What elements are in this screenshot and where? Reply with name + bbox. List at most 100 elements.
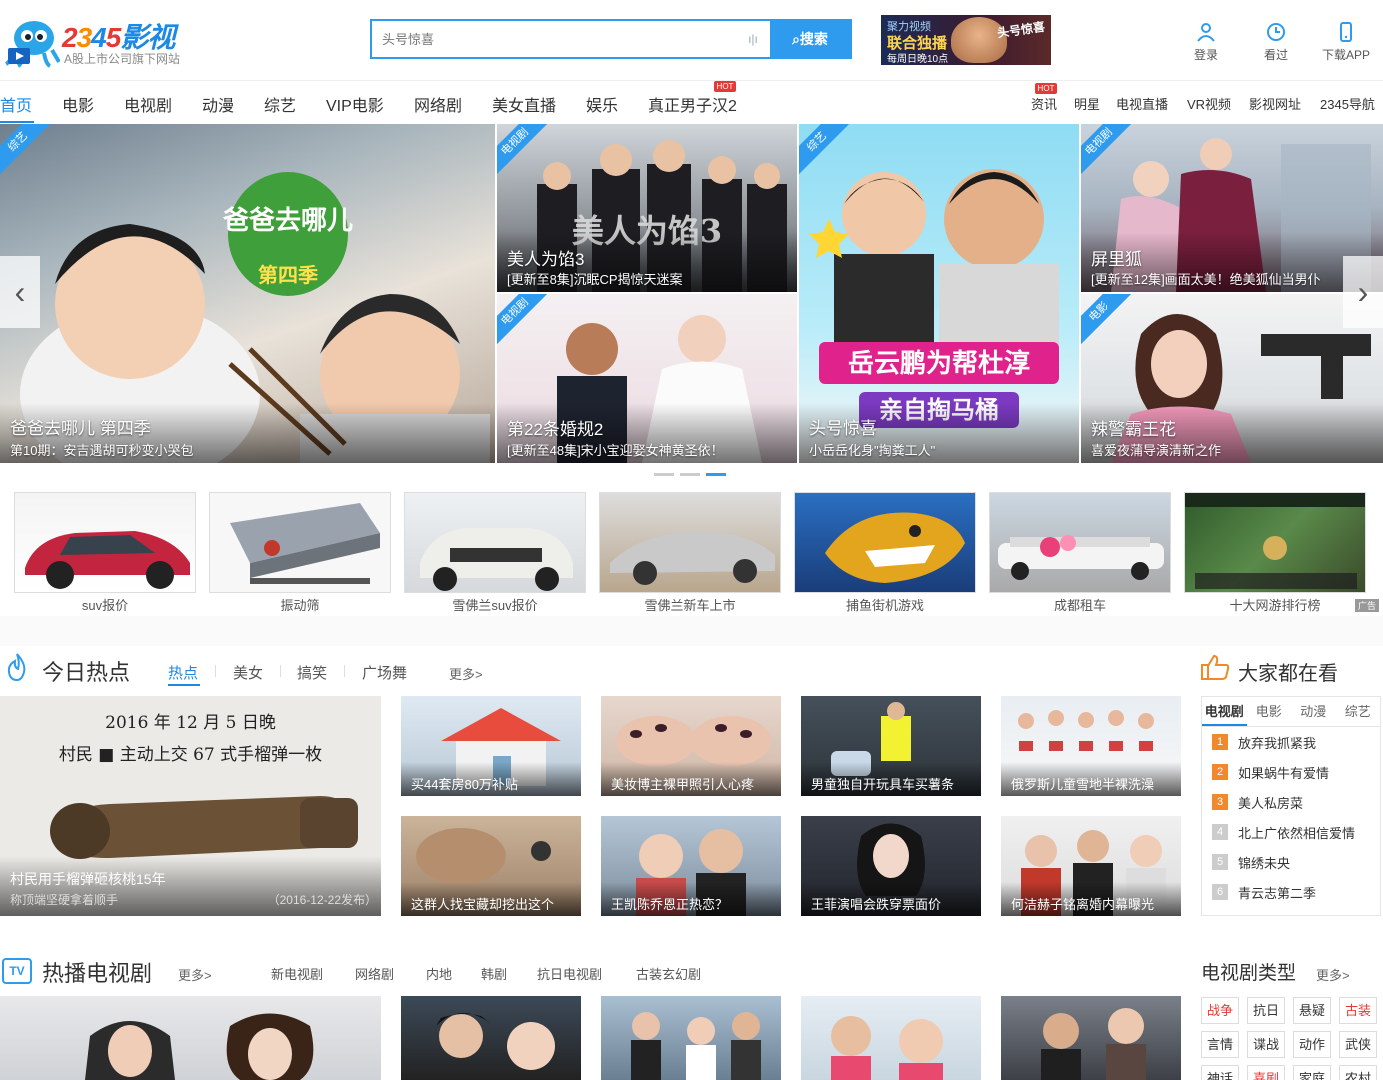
hot-more-link[interactable]: 更多> <box>449 664 483 683</box>
poster-baba-text: 爸爸去哪儿 <box>222 206 353 236</box>
hot-tab-beauty[interactable]: 美女 <box>233 662 263 683</box>
ad-item[interactable]: 雪佛兰suv报价 <box>404 492 586 614</box>
hot-lead-card[interactable]: 2016 年 12 月 5 日晚 村民 ■ 主动上交 67 式手榴弹一枚 村民用… <box>0 696 381 916</box>
genre-tag[interactable]: 喜剧 <box>1247 1065 1285 1080</box>
rank-item[interactable]: 4 北上广依然相信爱情 <box>1202 817 1380 847</box>
nav-home[interactable]: 首页 <box>0 92 32 116</box>
nav-video-sites[interactable]: 影视网址 <box>1249 94 1301 113</box>
tv-genres-more-link[interactable]: 更多> <box>1316 965 1350 984</box>
nav-stars[interactable]: 明星 <box>1074 94 1100 113</box>
hot-card[interactable]: 王凯陈乔恩正热恋？ <box>601 816 781 916</box>
rank-tab-anime[interactable]: 动漫 <box>1291 697 1336 726</box>
rank-item[interactable]: 2 如果蜗牛有爱情 <box>1202 757 1380 787</box>
banner-dot[interactable] <box>680 473 700 476</box>
ad-item[interactable]: 雪佛兰新车上市 <box>599 492 781 614</box>
hot-tab-funny[interactable]: 搞笑 <box>297 662 327 683</box>
hot-card[interactable]: 买44套房80万补贴 <box>401 696 581 796</box>
hot-tv-more-link[interactable]: 更多> <box>178 965 212 984</box>
tv-tab-new[interactable]: 新电视剧 <box>271 964 323 983</box>
banner-tile-touhao[interactable]: 岳云鹏为帮杜淳 亲自掏马桶 综艺 头号惊喜 小岳岳化身"掏粪工人" <box>799 124 1079 463</box>
nav-variety[interactable]: 综艺 <box>264 92 296 116</box>
tv-card[interactable] <box>601 996 781 1080</box>
nav-tv[interactable]: 电视剧 <box>124 92 172 116</box>
nav-anime[interactable]: 动漫 <box>202 92 234 116</box>
ad-item[interactable]: suv报价 <box>14 492 196 614</box>
genre-tag[interactable]: 农村 <box>1339 1065 1377 1080</box>
download-app-button[interactable]: 下载APP <box>1316 22 1376 63</box>
history-button[interactable]: 看过 <box>1246 22 1306 63</box>
genre-tag[interactable]: 古装 <box>1339 997 1377 1024</box>
clock-icon <box>1267 23 1285 41</box>
rank-tab-tv[interactable]: 电视剧 <box>1202 697 1247 726</box>
nav-real-man-label: 真正男子汉2 <box>648 98 737 115</box>
rank-tab-variety[interactable]: 综艺 <box>1336 697 1381 726</box>
genre-tag[interactable]: 言情 <box>1201 1031 1239 1058</box>
ad-item[interactable]: 捕鱼街机游戏 <box>794 492 976 614</box>
banner-tile-meiren[interactable]: 美人为馅3 电视剧 美人为馅3 [更新至8集]沉眠CP揭惊天迷案 <box>497 124 797 292</box>
genre-tag[interactable]: 武侠 <box>1339 1031 1377 1058</box>
nav-live[interactable]: 美女直播 <box>492 92 556 116</box>
banner-subtitle: 第10期：安吉遇胡可秒变小哭包 <box>10 443 194 458</box>
hot-card[interactable]: 这群人找宝藏却挖出这个 <box>401 816 581 916</box>
voice-icon[interactable]: ı|ı <box>736 21 770 57</box>
tv-tab-web[interactable]: 网络剧 <box>355 964 394 983</box>
rank-item[interactable]: 3 美人私房菜 <box>1202 787 1380 817</box>
tv-tab-korean[interactable]: 韩剧 <box>481 964 507 983</box>
nav-2345-guide[interactable]: 2345导航 <box>1320 94 1375 113</box>
genre-tag[interactable]: 动作 <box>1293 1031 1331 1058</box>
rank-item[interactable]: 6 青云志第二季 <box>1202 877 1380 907</box>
ad-item[interactable]: 成都租车 <box>989 492 1171 614</box>
tv-poster-illustration <box>831 1016 943 1080</box>
chevron-right-icon: › <box>1357 273 1369 310</box>
site-logo[interactable]: 2345影视 A股上市公司旗下网站 <box>4 14 204 70</box>
nav-tv-live[interactable]: 电视直播 <box>1116 94 1168 113</box>
banner-next-arrow[interactable]: › <box>1343 256 1383 328</box>
ad-item[interactable]: 十大网游排行榜 <box>1184 492 1366 614</box>
ad-item[interactable]: 振动筛 <box>209 492 391 614</box>
banner-prev-arrow[interactable]: ‹ <box>0 256 40 328</box>
search-button[interactable]: ⌕搜索 <box>770 21 850 57</box>
main-nav: 首页 电影 电视剧 动漫 综艺 VIP电影 网络剧 美女直播 娱乐 真正男子汉2… <box>0 80 1383 123</box>
nav-entertainment[interactable]: 娱乐 <box>586 92 618 116</box>
nav-vip-movie[interactable]: VIP电影 <box>326 92 384 116</box>
genre-tag[interactable]: 家庭 <box>1293 1065 1331 1080</box>
header-ad-banner[interactable]: 聚力视频 联合独播 每周日晚10点 头号惊喜 <box>881 15 1051 65</box>
nav-real-man[interactable]: 真正男子汉2 HOT <box>648 81 737 116</box>
genre-tag[interactable]: 悬疑 <box>1293 997 1331 1024</box>
tv-card[interactable] <box>401 996 581 1080</box>
search-input[interactable] <box>372 21 736 57</box>
genre-tag[interactable]: 战争 <box>1201 997 1239 1024</box>
banner-dot-active[interactable] <box>706 473 726 476</box>
banner-tile-lajing[interactable]: 电影 辣警霸王花 喜爱夜蒲导演清新之作 <box>1081 294 1383 463</box>
hot-card[interactable]: 男童独自开玩具车买薯条 <box>801 696 981 796</box>
rank-tab-movie[interactable]: 电影 <box>1247 697 1292 726</box>
banner-tile-hungui[interactable]: 电视剧 第22条婚规2 [更新至48集]宋小宝迎娶女神黄圣依！ <box>497 294 797 463</box>
nav-movie[interactable]: 电影 <box>62 92 94 116</box>
hot-card[interactable]: 王菲演唱会跌穿票面价 <box>801 816 981 916</box>
genre-tag[interactable]: 谍战 <box>1247 1031 1285 1058</box>
banner-dot[interactable] <box>654 473 674 476</box>
hot-card[interactable]: 美妆博主裸甲照引人心疼 <box>601 696 781 796</box>
rank-item[interactable]: 5 锦绣未央 <box>1202 847 1380 877</box>
hot-card[interactable]: 俄罗斯儿童雪地半裸洗澡 <box>1001 696 1181 796</box>
hot-tab-hot[interactable]: 热点 <box>168 662 198 683</box>
poster-season-text: 第四季 <box>258 263 318 287</box>
hot-tab-dance[interactable]: 广场舞 <box>362 662 407 683</box>
banner-tile-pinglihu[interactable]: 电视剧 屏里狐 [更新至12集]画面太美！绝美狐仙当男仆 <box>1081 124 1383 292</box>
tv-card[interactable] <box>0 996 381 1080</box>
nav-news[interactable]: 资讯 HOT <box>1031 83 1057 113</box>
nav-vr[interactable]: VR视频 <box>1187 94 1231 113</box>
tv-card[interactable] <box>1001 996 1181 1080</box>
tv-tab-war[interactable]: 抗日电视剧 <box>537 964 602 983</box>
nav-web-drama[interactable]: 网络剧 <box>414 92 462 116</box>
hot-card[interactable]: 何洁赫子铭离婚内幕曝光 <box>1001 816 1181 916</box>
banner-tile-baba[interactable]: 爸爸去哪儿 第四季 综艺 爸爸去哪儿 第四季 第10期：安吉遇胡可秒变小哭包 <box>0 124 495 463</box>
tv-card[interactable] <box>801 996 981 1080</box>
tv-tab-fantasy[interactable]: 古装玄幻剧 <box>636 964 701 983</box>
tv-tab-mainland[interactable]: 内地 <box>426 964 452 983</box>
genre-tag[interactable]: 神话 <box>1201 1065 1239 1080</box>
login-button[interactable]: 登录 <box>1176 22 1236 63</box>
machine-icon <box>230 503 380 584</box>
rank-item[interactable]: 1 放弃我抓紧我 <box>1202 727 1380 757</box>
genre-tag[interactable]: 抗日 <box>1247 997 1285 1024</box>
